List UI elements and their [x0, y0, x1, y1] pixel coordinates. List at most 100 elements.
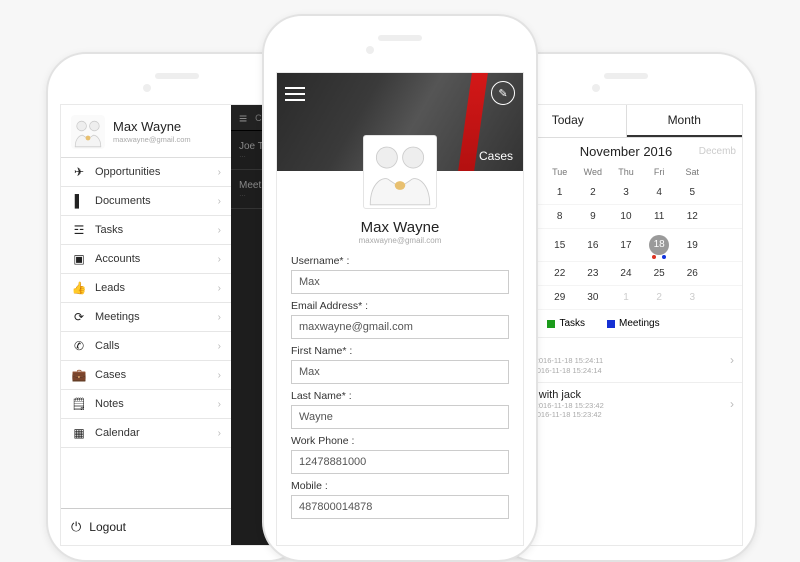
field-2: First Name* : [291, 345, 509, 384]
field-input-4[interactable] [291, 450, 509, 474]
calendar-day[interactable]: 2 [643, 286, 676, 310]
calendar-day[interactable]: 8 [543, 205, 576, 229]
profile-display-email: maxwayne@gmail.com [291, 236, 509, 245]
sidebar-item-opportunities[interactable]: ✈Opportunities› [61, 158, 231, 187]
calendar-grid: TueWedThuFriSat 123458910111215161718192… [510, 163, 742, 310]
field-label: Email Address* : [291, 300, 509, 312]
field-label: Username* : [291, 255, 509, 267]
event-item[interactable]: Talkate : 2016-11-18 15:24:11e : : 2016-… [510, 337, 742, 382]
calendar-day[interactable]: 29 [543, 286, 576, 310]
phone-speaker [604, 73, 648, 79]
hamburger-icon: ≡ [239, 110, 247, 126]
event-date: ate : 2016-11-18 15:23:42e : : 2016-11-1… [518, 401, 730, 421]
weekday-label [709, 163, 742, 181]
calendar-day[interactable]: 5 [676, 181, 709, 205]
menu-label: Meetings [95, 311, 218, 323]
profile-body: Max Wayne maxwayne@gmail.com Username* :… [277, 171, 523, 535]
menu-icon: ⟳ [71, 310, 87, 324]
calendar-day[interactable]: 23 [576, 262, 609, 286]
calendar-day[interactable]: 15 [543, 229, 576, 262]
logout-label: Logout [89, 520, 126, 534]
calendar-day[interactable]: 1 [543, 181, 576, 205]
sidebar-item-notes[interactable]: 🗒Notes› [61, 390, 231, 419]
legend-meetings-label: Meetings [619, 318, 660, 329]
sidebar-item-accounts[interactable]: ▣Accounts› [61, 245, 231, 274]
sidebar-item-meetings[interactable]: ⟳Meetings› [61, 303, 231, 332]
calendar-day [709, 181, 742, 205]
chevron-right-icon: › [218, 370, 221, 381]
screen-center: ✎ Cases Max Wayne maxwayne@gmail.com Use… [276, 72, 524, 546]
avatar [363, 135, 437, 209]
calendar-day[interactable]: 4 [643, 181, 676, 205]
menu-label: Opportunities [95, 166, 218, 178]
sidebar-item-tasks[interactable]: ☲Tasks› [61, 216, 231, 245]
square-icon [547, 320, 555, 328]
calendar-next-month[interactable]: Decemb [692, 146, 736, 157]
sidebar-menu: ✈Opportunities›▌Documents›☲Tasks›▣Accoun… [61, 158, 231, 508]
menu-label: Tasks [95, 224, 218, 236]
calendar-day[interactable]: 11 [643, 205, 676, 229]
event-date: ate : 2016-11-18 15:24:11e : : 2016-11-1… [518, 356, 730, 376]
calendar-day [709, 229, 742, 262]
weekday-label: Tue [543, 163, 576, 181]
chevron-right-icon: › [730, 353, 734, 367]
chevron-right-icon: › [218, 341, 221, 352]
menu-label: Cases [95, 369, 218, 381]
phone-camera [143, 84, 151, 92]
calendar-day [709, 205, 742, 229]
sidebar-profile[interactable]: Max Wayne maxwayne@gmail.com [61, 105, 231, 158]
sidebar-item-calls[interactable]: ✆Calls› [61, 332, 231, 361]
tab-month[interactable]: Month [627, 105, 743, 137]
field-1: Email Address* : [291, 300, 509, 339]
menu-button[interactable] [285, 81, 311, 107]
menu-icon: ▣ [71, 252, 87, 266]
phone-camera [366, 46, 374, 54]
calendar-day[interactable]: 25 [643, 262, 676, 286]
weekday-label: Fri [643, 163, 676, 181]
calendar-day[interactable]: 24 [609, 262, 642, 286]
calendar-day[interactable]: 16 [576, 229, 609, 262]
calendar-day[interactable]: 26 [676, 262, 709, 286]
calendar-day[interactable]: 30 [576, 286, 609, 310]
event-list: Talkate : 2016-11-18 15:24:11e : : 2016-… [510, 337, 742, 426]
field-input-5[interactable] [291, 495, 509, 519]
calendar-day[interactable]: 17 [609, 229, 642, 262]
sidebar-item-documents[interactable]: ▌Documents› [61, 187, 231, 216]
menu-label: Leads [95, 282, 218, 294]
edit-button[interactable]: ✎ [491, 81, 515, 105]
chevron-right-icon: › [218, 196, 221, 207]
phone-camera [592, 84, 600, 92]
sidebar-item-leads[interactable]: 👍Leads› [61, 274, 231, 303]
calendar-legend: lls Tasks Meetings [510, 310, 742, 337]
logout-button[interactable]: ⏻ Logout [61, 508, 231, 545]
field-input-1[interactable] [291, 315, 509, 339]
calendar-day[interactable]: 22 [543, 262, 576, 286]
calendar-day [709, 286, 742, 310]
field-input-0[interactable] [291, 270, 509, 294]
field-label: Mobile : [291, 480, 509, 492]
field-input-3[interactable] [291, 405, 509, 429]
calendar-day[interactable]: 10 [609, 205, 642, 229]
profile-email: maxwayne@gmail.com [113, 135, 191, 144]
chevron-right-icon: › [218, 283, 221, 294]
legend-tasks-label: Tasks [559, 318, 585, 329]
sidebar-item-cases[interactable]: 💼 Cases› [61, 361, 231, 390]
legend-tasks: Tasks [547, 318, 585, 329]
chevron-right-icon: › [218, 254, 221, 265]
field-input-2[interactable] [291, 360, 509, 384]
field-0: Username* : [291, 255, 509, 294]
calendar-day[interactable]: 1 [609, 286, 642, 310]
field-label: Work Phone : [291, 435, 509, 447]
calendar-day[interactable]: 3 [676, 286, 709, 310]
field-label: First Name* : [291, 345, 509, 357]
calendar-day[interactable]: 9 [576, 205, 609, 229]
calendar-day[interactable]: 18 [643, 229, 676, 262]
calendar-day[interactable]: 12 [676, 205, 709, 229]
calendar-day[interactable]: 3 [609, 181, 642, 205]
profile-display-name: Max Wayne [291, 219, 509, 236]
event-item[interactable]: ting with jackate : 2016-11-18 15:23:42e… [510, 382, 742, 427]
menu-icon: 💼 [71, 368, 87, 382]
calendar-day[interactable]: 2 [576, 181, 609, 205]
sidebar-item-calendar[interactable]: ▦Calendar› [61, 419, 231, 448]
calendar-day[interactable]: 19 [676, 229, 709, 262]
